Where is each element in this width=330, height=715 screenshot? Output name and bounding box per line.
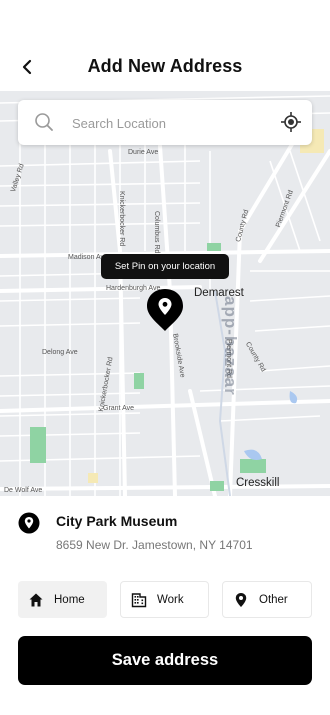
watermark: app-bazaar	[221, 296, 240, 396]
set-pin-tooltip: Set Pin on your location	[101, 254, 229, 279]
map-label-cresskill: Cresskill	[236, 477, 280, 489]
home-icon	[29, 593, 43, 606]
address-type-label: Work	[157, 593, 184, 606]
building-icon	[131, 592, 147, 607]
address-type-label: Other	[259, 593, 288, 606]
map-label-knickerbocker: Knickerbocker Rd	[118, 191, 125, 247]
page-title: Add New Address	[87, 56, 243, 76]
location-pin-icon	[235, 592, 247, 607]
header: Add New Address	[0, 40, 330, 92]
address-type-home[interactable]: Home	[18, 581, 107, 618]
map-pin-icon[interactable]	[145, 288, 185, 332]
map-label-columbus: Columbus Rd	[153, 211, 160, 254]
my-location-icon[interactable]	[280, 111, 302, 133]
search-bar	[18, 100, 312, 145]
address-type-other[interactable]: Other	[222, 581, 312, 618]
save-address-button[interactable]: Save address	[18, 636, 312, 685]
address-type-selector: Home Work Other	[18, 581, 312, 618]
map-label-durie: Durie Ave	[128, 149, 159, 156]
location-pin-icon	[18, 512, 40, 534]
selected-place: City Park Museum 8659 New Dr. Jamestown,…	[18, 510, 312, 555]
place-address: 8659 New Dr. Jamestown, NY 14701	[56, 538, 253, 552]
map-label-grant: Grant Ave	[103, 405, 135, 412]
address-type-label: Home	[54, 593, 85, 606]
place-name: City Park Museum	[56, 513, 178, 529]
search-input[interactable]	[70, 110, 274, 136]
map-label-delong: Delong Ave	[42, 349, 78, 356]
map-label-dewolf: De Wolf Ave	[4, 487, 43, 494]
address-type-work[interactable]: Work	[120, 581, 209, 618]
search-icon	[35, 113, 53, 131]
